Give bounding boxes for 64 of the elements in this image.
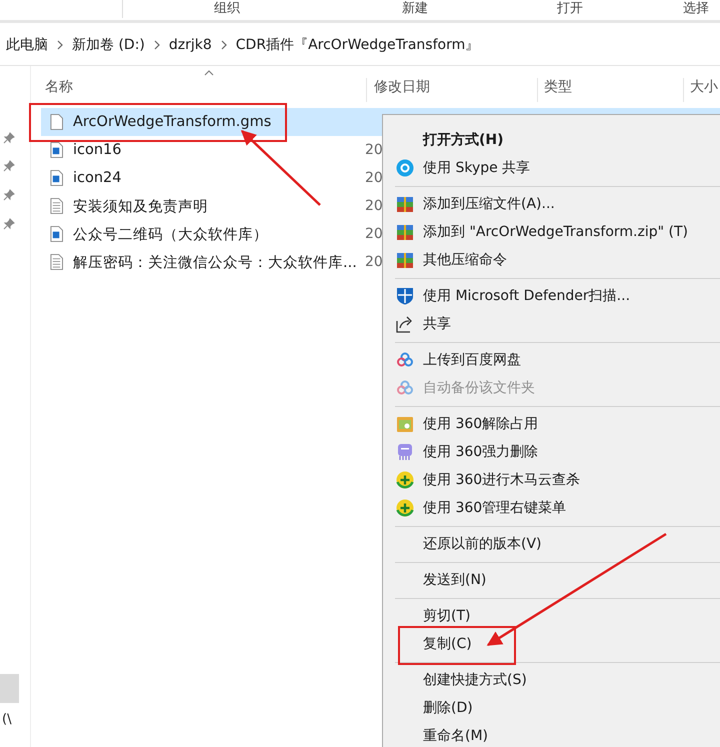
menu-item[interactable]: 还原以前的版本(V) (383, 530, 720, 558)
plus-circle-icon (396, 499, 414, 517)
chevron-icon (152, 40, 161, 50)
menu-item[interactable]: 使用 360强力删除 (383, 438, 720, 466)
file-name: 公众号二维码（大众软件库） (73, 226, 268, 244)
ribbon-group-label[interactable]: 选择 (683, 0, 709, 18)
menu-item[interactable]: 使用 360管理右键菜单 (383, 494, 720, 522)
pin-icon[interactable] (3, 218, 15, 230)
menu-item[interactable]: 剪切(T) (383, 602, 720, 630)
menu-item[interactable]: 使用 Microsoft Defender扫描... (383, 282, 720, 310)
breadcrumb[interactable]: dzrjk8 (168, 37, 212, 53)
ribbon-group-label[interactable]: 组织 (214, 0, 240, 18)
image-file-icon (50, 170, 63, 186)
column-header[interactable]: 名称 (45, 78, 79, 102)
breadcrumb[interactable]: CDR插件『ArcOrWedgeTransform』 (236, 36, 480, 54)
file-date: 20 (365, 226, 383, 242)
file-date: 20 (365, 142, 383, 158)
ribbon-group-label[interactable]: 新建 (402, 0, 428, 18)
menu-item[interactable]: 创建快捷方式(S) (383, 666, 720, 694)
file-icon (50, 114, 63, 130)
menu-item[interactable]: 上传到百度网盘 (383, 346, 720, 374)
menu-item[interactable]: 其他压缩命令 (383, 246, 720, 274)
column-header[interactable]: 修改日期 (366, 78, 436, 102)
menu-item[interactable]: 添加到压缩文件(A)... (383, 190, 720, 218)
menu-item[interactable]: 添加到 "ArcOrWedgeTransform.zip" (T) (383, 218, 720, 246)
menu-item[interactable]: 使用 360解除占用 (383, 410, 720, 438)
file-date: 20 (365, 254, 383, 270)
column-header[interactable]: 大小 (683, 78, 718, 102)
nav-item-label[interactable]: (\ (2, 712, 12, 727)
archive-icon (396, 195, 414, 213)
file-name: icon16 (73, 142, 122, 158)
shredder-icon (396, 443, 414, 461)
chevron-icon (220, 40, 228, 50)
menu-item[interactable]: 发送到(N) (383, 566, 720, 594)
file-date: 20 (365, 170, 383, 186)
file-date: 20 (365, 198, 383, 214)
pin-icon[interactable] (3, 132, 15, 144)
ribbon-group-label[interactable]: 打开 (557, 0, 583, 18)
menu-item[interactable]: 使用 Skype 共享 (383, 154, 720, 182)
column-header[interactable]: 类型 (537, 78, 578, 102)
plus-circle-icon (396, 471, 414, 489)
share-icon (396, 315, 414, 333)
file-name: 安装须知及免责声明 (73, 198, 208, 216)
menu-item[interactable]: 使用 360进行木马云查杀 (383, 466, 720, 494)
pin-icon[interactable] (3, 160, 15, 172)
image-file-icon (50, 226, 63, 242)
text-file-icon (50, 198, 63, 214)
archive-icon (396, 251, 414, 269)
archive-icon (396, 223, 414, 241)
chevron-icon (56, 40, 64, 50)
sort-caret-icon (204, 70, 214, 76)
menu-item[interactable]: 重命名(M) (383, 722, 720, 747)
menu-item[interactable]: 共享 (383, 310, 720, 338)
shield-icon (396, 287, 414, 305)
menu-item[interactable]: 复制(C) (383, 630, 720, 658)
image-file-icon (50, 142, 63, 158)
text-file-icon (50, 254, 63, 270)
file-name: ArcOrWedgeTransform.gms (73, 114, 272, 130)
file-name: icon24 (73, 170, 122, 186)
breadcrumb[interactable]: 此电脑 (6, 36, 48, 54)
pin-icon[interactable] (3, 189, 15, 201)
breadcrumb[interactable]: 新加卷 (D:) (72, 36, 145, 54)
menu-item[interactable]: 删除(D) (383, 694, 720, 722)
file-name: 解压密码：关注微信公众号：大众软件库... (73, 254, 357, 272)
